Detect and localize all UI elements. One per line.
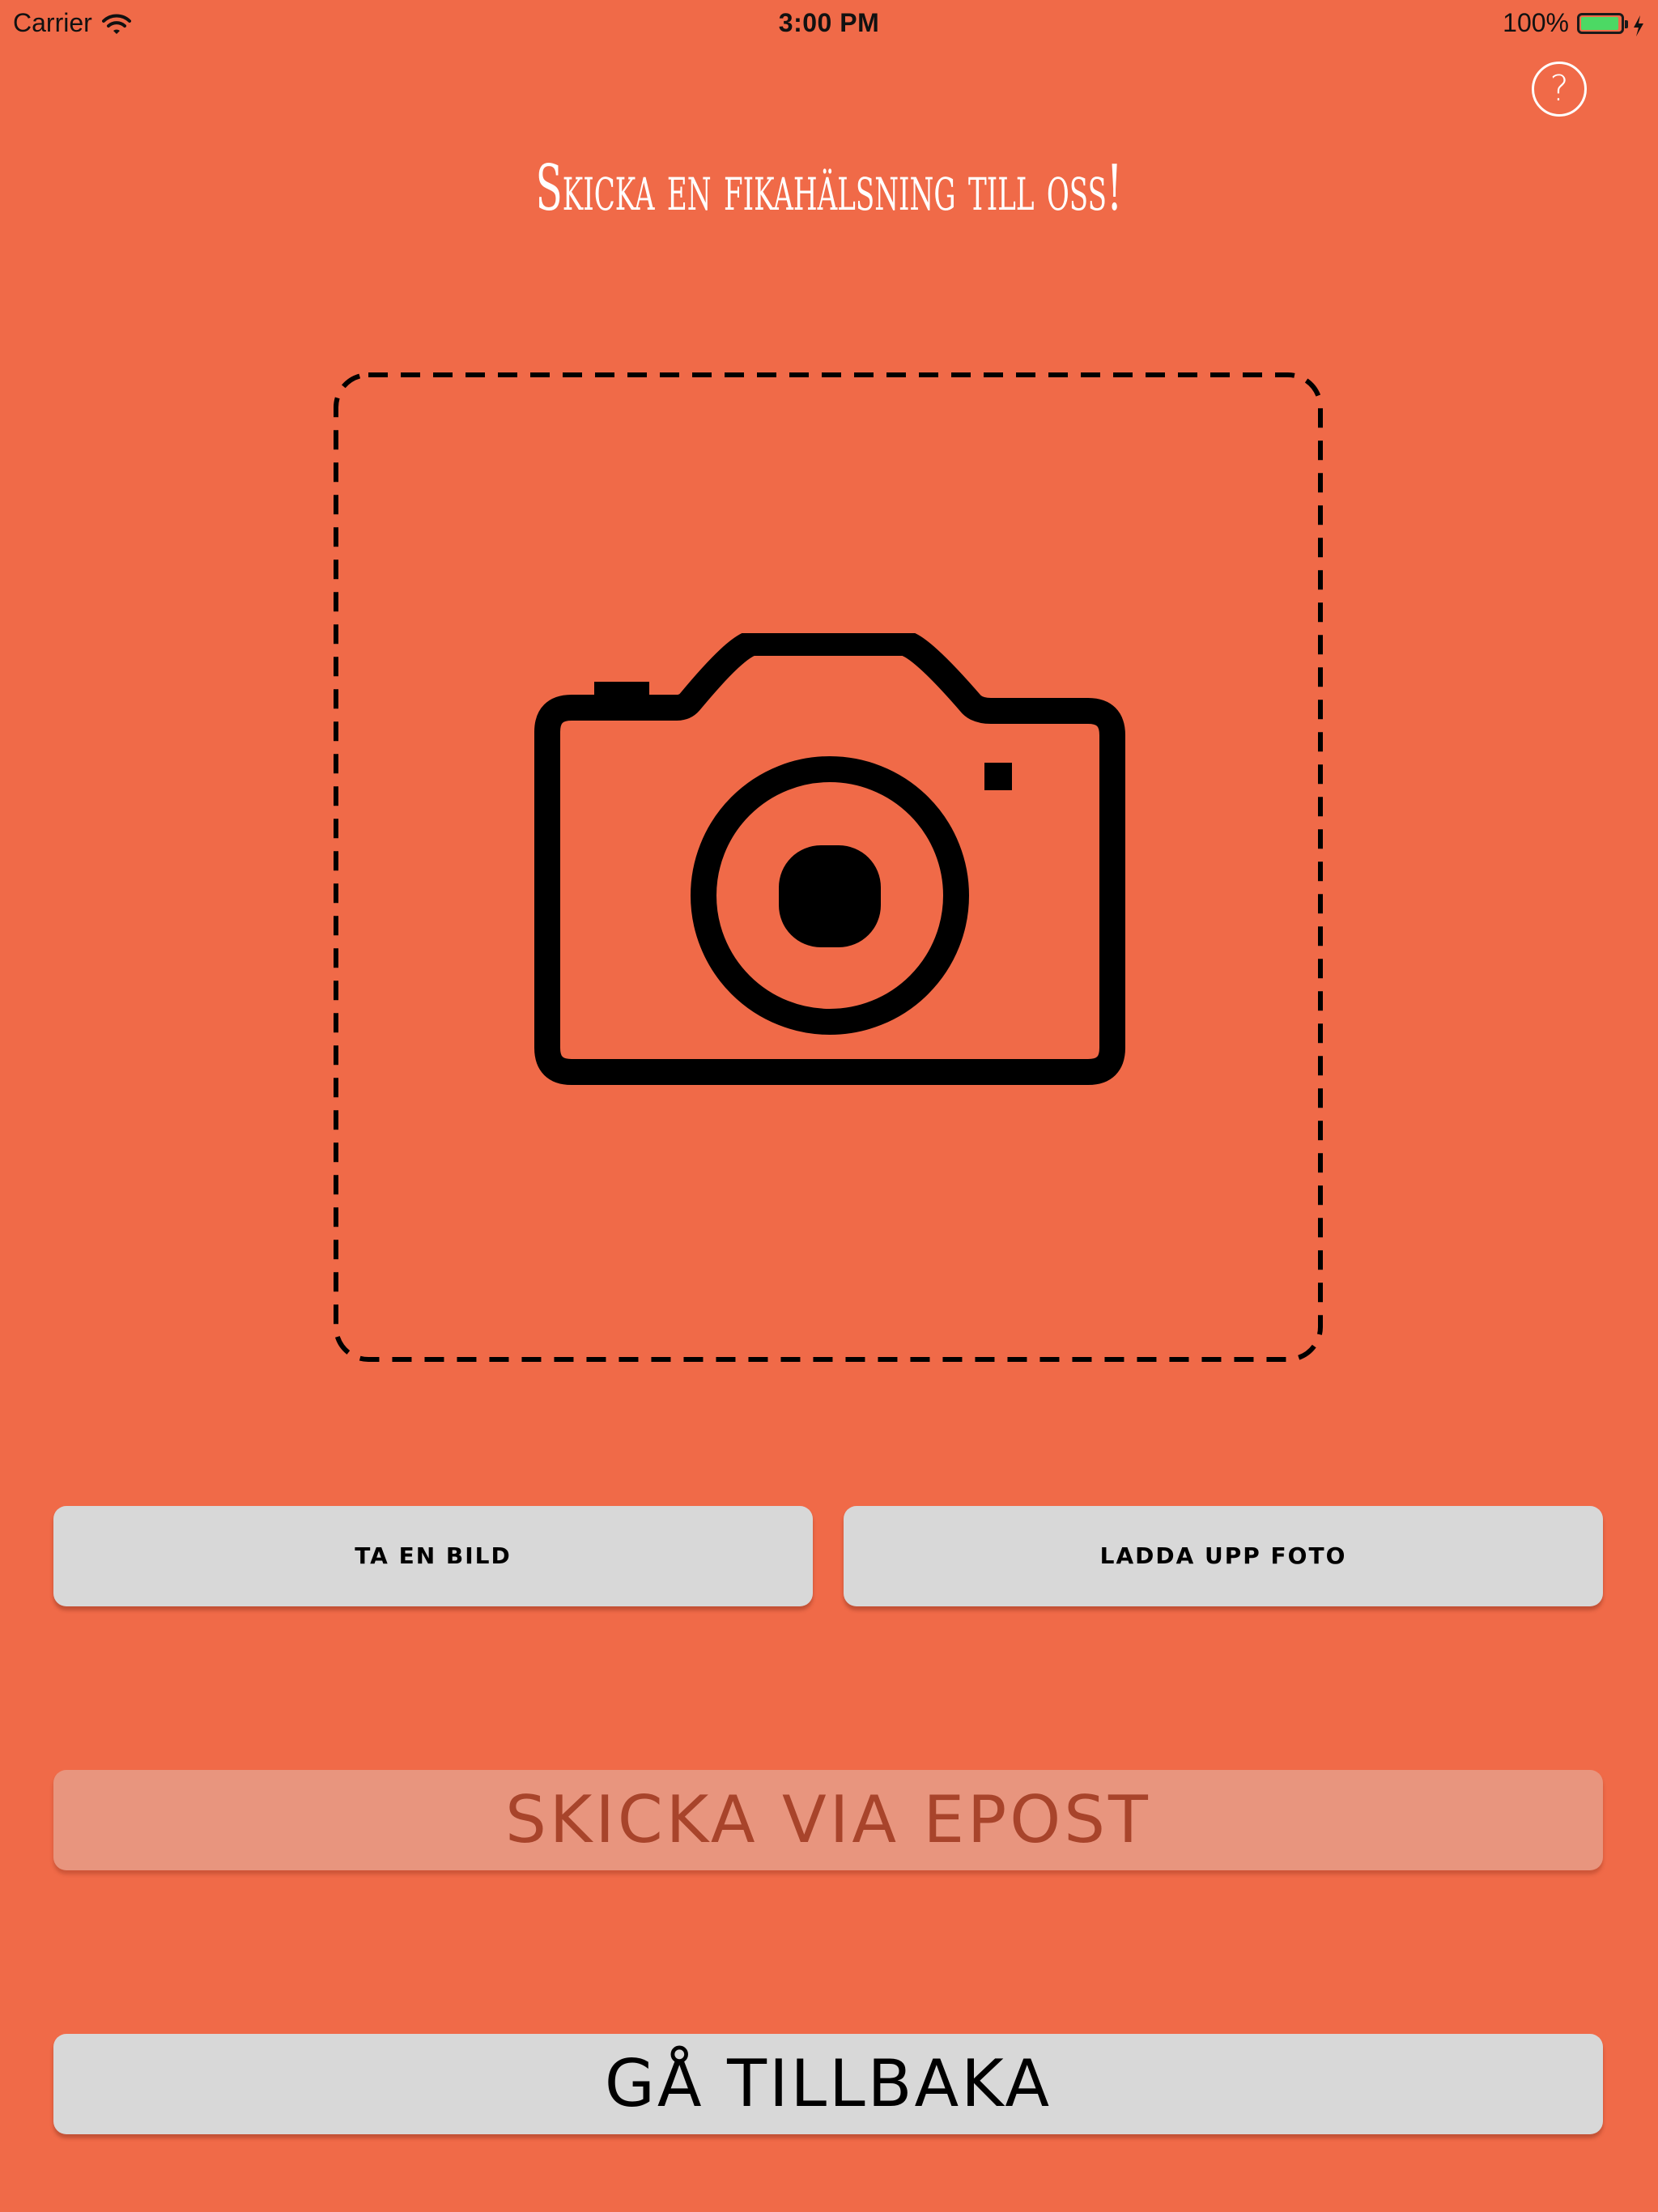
camera-icon: [518, 633, 1141, 1101]
status-time: 3:00 PM: [778, 8, 880, 37]
battery-status: 100%: [1503, 8, 1645, 38]
take-photo-button[interactable]: TA EN BILD: [53, 1506, 813, 1606]
battery-fill: [1581, 16, 1618, 30]
charging-bolt-icon: [1632, 13, 1645, 36]
upload-photo-button[interactable]: LADDA UPP FOTO: [844, 1506, 1603, 1606]
help-button[interactable]: ?: [1532, 62, 1587, 117]
battery-percent: 100%: [1503, 8, 1569, 37]
screen: Carrier 3:00 PM 100% ? Skicka en fikahäl…: [0, 0, 1658, 2212]
photo-drop-area[interactable]: [334, 372, 1323, 1362]
go-back-button[interactable]: GÅ TILLBAKA: [53, 2034, 1603, 2134]
page-title: Skicka en fikahälsning till oss!: [535, 152, 1123, 225]
send-email-button[interactable]: SKICKA VIA EPOST: [53, 1770, 1603, 1870]
battery-icon: [1577, 12, 1628, 34]
help-circle-icon: ?: [1550, 68, 1569, 109]
status-bar: Carrier 3:00 PM 100%: [0, 0, 1658, 45]
